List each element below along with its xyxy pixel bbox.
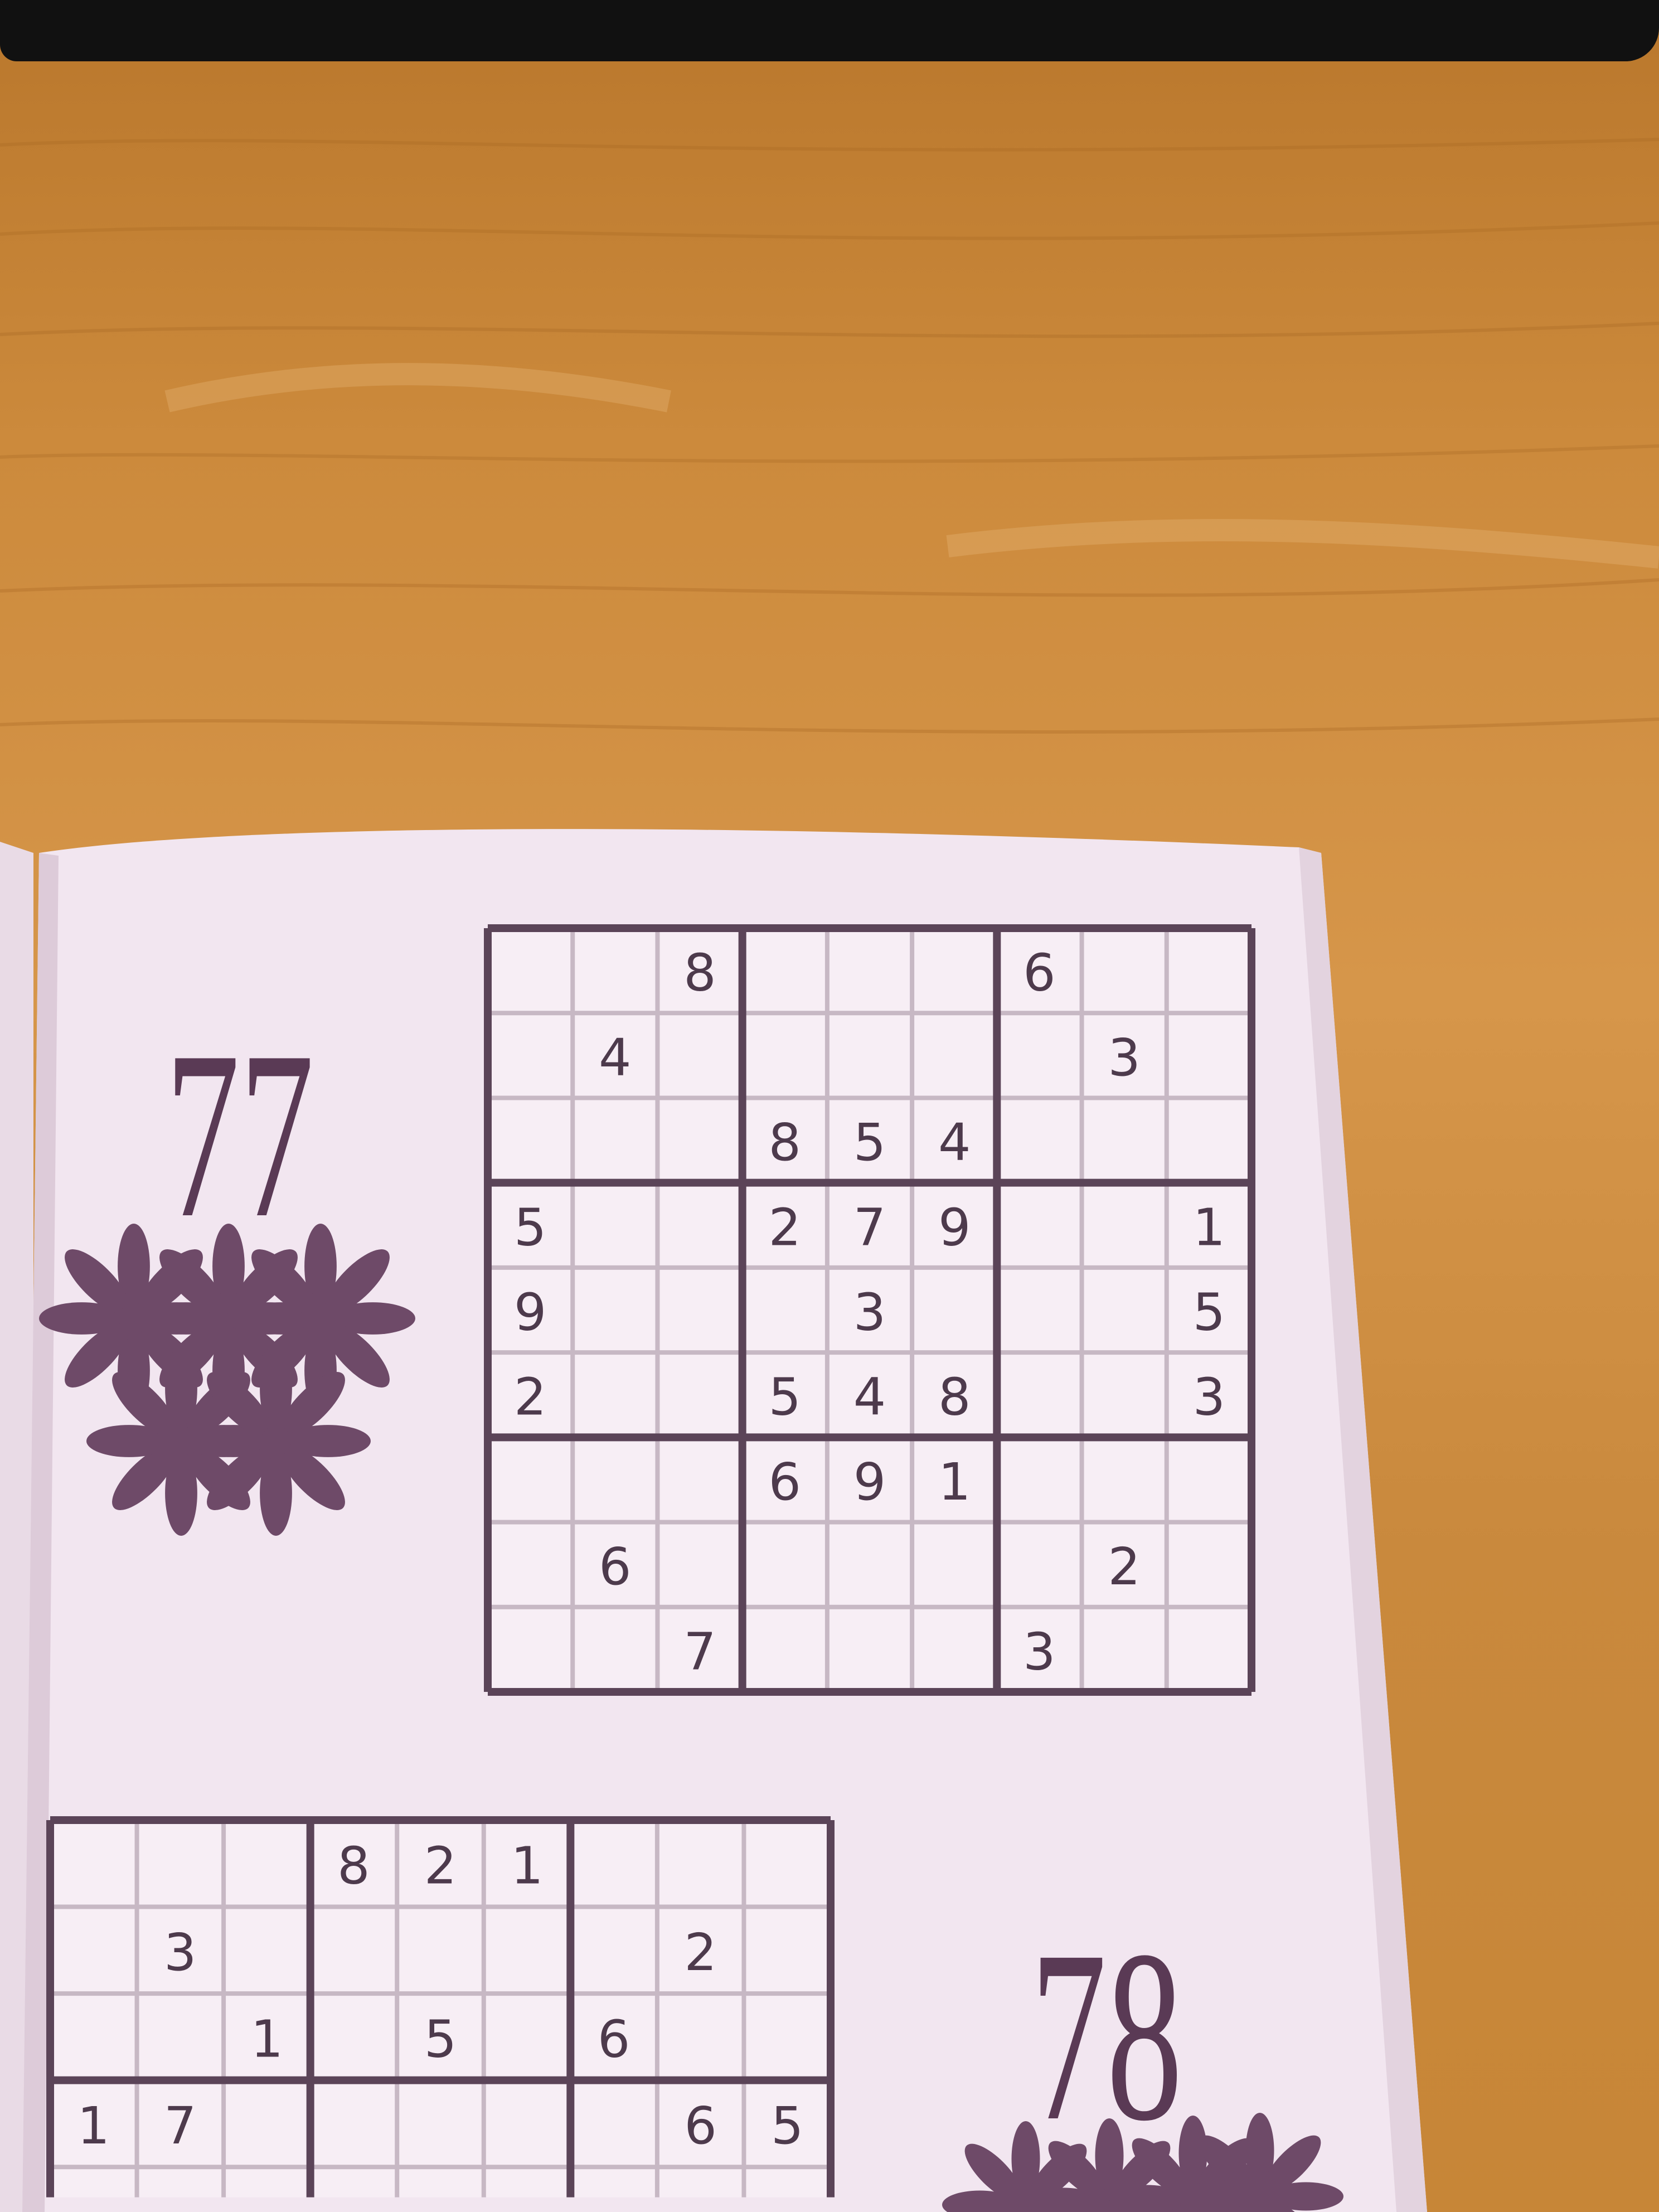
sudoku-grid-77: 8 64 38 5 45 2 7 9 19 3 52 5 4 8 36 9 16 27 3 bbox=[484, 924, 1255, 1696]
grid77-given-digit: 3 bbox=[1023, 1622, 1056, 1681]
grid77-given-digit: 4 bbox=[853, 1367, 886, 1427]
sudoku-booklet: 77 8 64 38 5 45 2 7 9 19 3 52 5 4 8 36 9 16 27 3 78 8 2 13 21… bbox=[0, 829, 1427, 2212]
sudoku-grid-78: 8 2 13 21 5 61 7 6 5 bbox=[46, 1816, 835, 2198]
grid77-given-digit: 4 bbox=[599, 1028, 632, 1088]
grid77-given-digit: 8 bbox=[938, 1367, 971, 1427]
grid77-given-digit: 6 bbox=[1023, 943, 1056, 1003]
grid77-given-digit: 2 bbox=[1108, 1537, 1141, 1597]
grid78-given-digit: 3 bbox=[164, 1923, 197, 1982]
grid77-given-digit: 5 bbox=[1193, 1283, 1226, 1342]
grid78-given-digit: 1 bbox=[77, 2096, 110, 2156]
grid77-given-digit: 7 bbox=[853, 1197, 886, 1257]
grid78-given-digit: 1 bbox=[251, 2009, 284, 2069]
grid77-given-digit: 3 bbox=[853, 1283, 886, 1342]
grid77-given-digit: 5 bbox=[853, 1113, 886, 1172]
grid77-given-digit: 6 bbox=[599, 1537, 632, 1597]
grid78-given-digit: 6 bbox=[684, 2096, 717, 2156]
grid77-given-digit: 6 bbox=[769, 1452, 802, 1512]
grid77-given-digit: 1 bbox=[938, 1452, 971, 1512]
grid77-given-digit: 9 bbox=[938, 1197, 971, 1257]
grid77-given-digit: 3 bbox=[1193, 1367, 1226, 1427]
grid78-given-digit: 2 bbox=[684, 1923, 717, 1982]
grid78-given-digit: 6 bbox=[598, 2009, 630, 2069]
grid77-given-digit: 9 bbox=[514, 1283, 547, 1342]
grid77-given-digit: 9 bbox=[853, 1452, 886, 1512]
grid77-given-digit: 8 bbox=[683, 943, 716, 1003]
grid77-given-digit: 5 bbox=[769, 1367, 802, 1427]
grid77-given-digit: 4 bbox=[938, 1113, 971, 1172]
grid77-given-digit: 3 bbox=[1108, 1028, 1141, 1088]
grid77-given-digit: 8 bbox=[769, 1113, 802, 1172]
grid78-given-digit: 2 bbox=[424, 1836, 457, 1895]
grid78-given-digit: 5 bbox=[424, 2009, 457, 2069]
grid78-given-digit: 7 bbox=[164, 2096, 197, 2156]
grid77-given-digit: 2 bbox=[514, 1367, 547, 1427]
puzzle-77-number: 77 bbox=[166, 1002, 314, 1268]
grid78-given-digit: 8 bbox=[337, 1836, 370, 1895]
grid77-given-digit: 5 bbox=[514, 1197, 547, 1257]
difficulty-star-icon bbox=[181, 1346, 371, 1536]
grid78-given-digit: 5 bbox=[771, 2096, 804, 2156]
grid77-given-digit: 2 bbox=[769, 1197, 802, 1257]
grid78-given-digit: 1 bbox=[511, 1836, 544, 1895]
grid77-given-digit: 7 bbox=[683, 1622, 716, 1681]
grid77-given-digit: 1 bbox=[1193, 1197, 1226, 1257]
